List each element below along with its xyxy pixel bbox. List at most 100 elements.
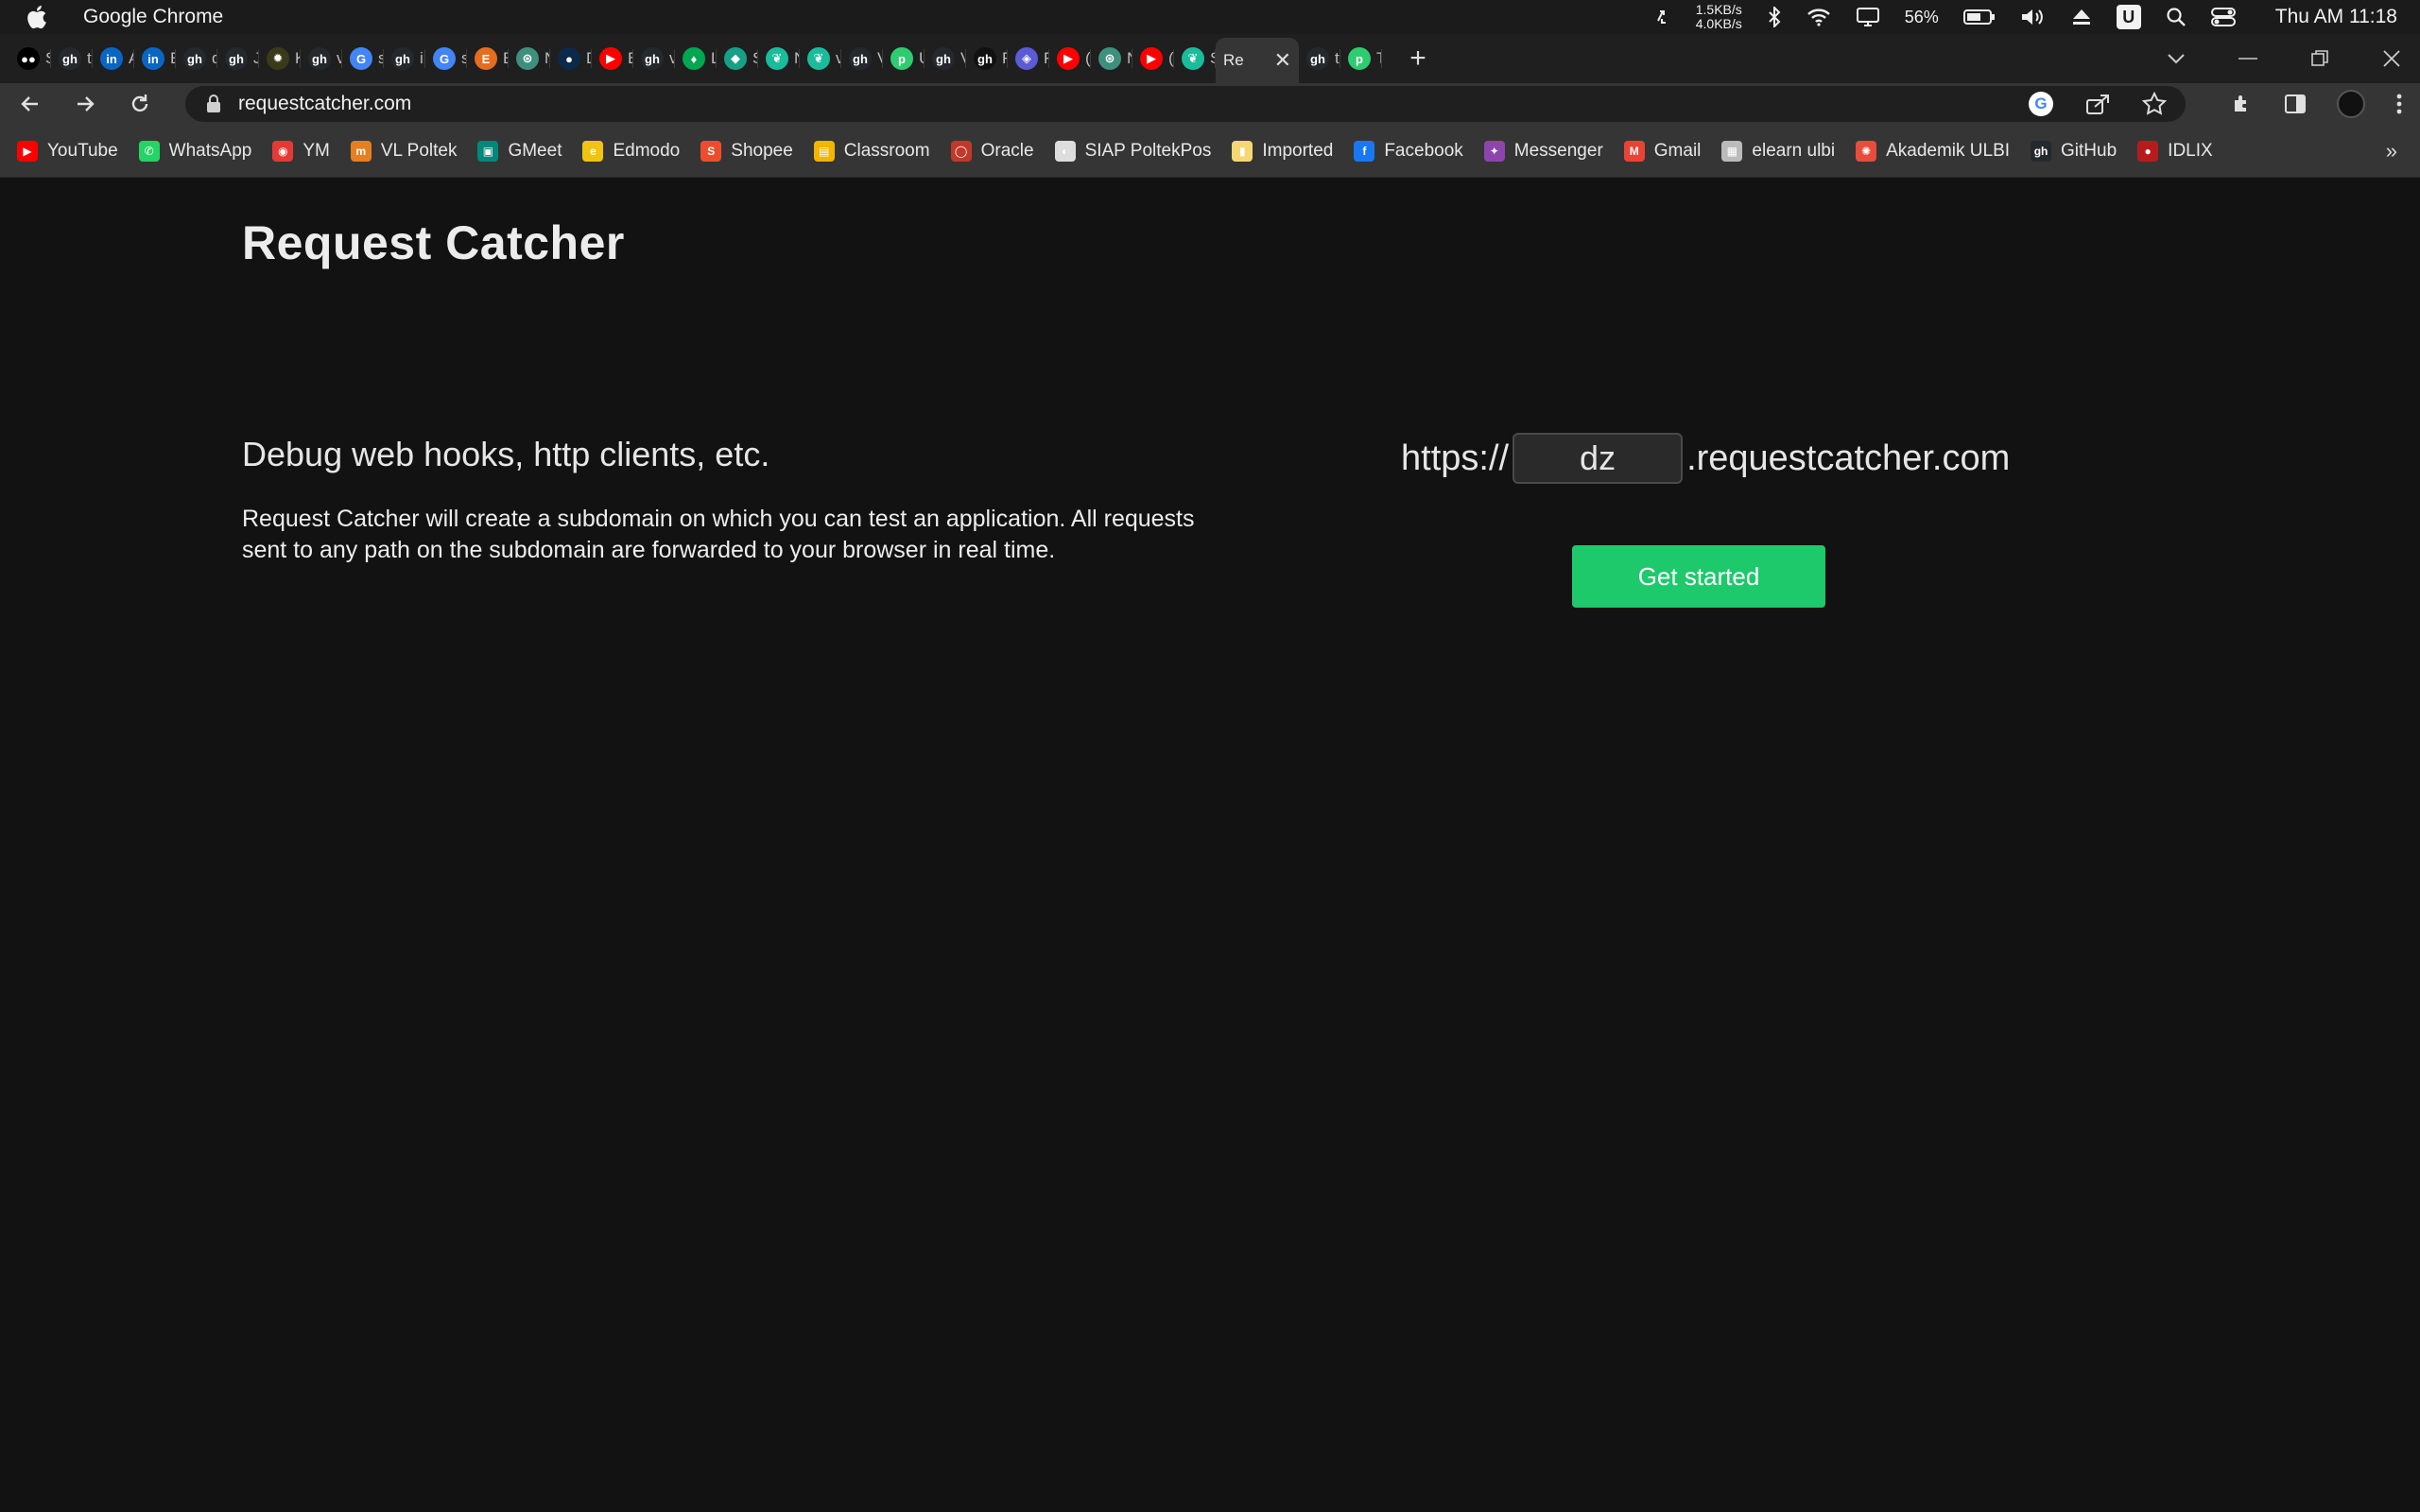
eject-icon[interactable]	[2071, 8, 2092, 26]
bookmark-favicon-icon: f	[1354, 140, 1375, 162]
browser-tab[interactable]: ✹ K	[259, 40, 301, 77]
u-app-icon[interactable]: U	[2116, 5, 2141, 29]
bookmark-item[interactable]: ▮ Imported	[1232, 140, 1333, 162]
browser-tab[interactable]: ●D	[550, 40, 592, 77]
site-title[interactable]: Request Catcher	[242, 215, 625, 270]
tab-favicon-icon: gh	[849, 47, 872, 70]
reload-button[interactable]	[127, 91, 153, 117]
bookmark-favicon-icon: ▦	[1721, 140, 1743, 162]
sync-icon[interactable]	[1654, 8, 1671, 26]
browser-tab[interactable]: ⊛N	[509, 40, 550, 77]
forward-button[interactable]	[72, 91, 98, 117]
bookmarks-overflow-chevron-icon[interactable]: »	[2386, 139, 2397, 163]
bookmark-item[interactable]: e Edmodo	[582, 140, 680, 162]
volume-icon[interactable]	[2020, 7, 2047, 27]
tab-favicon-icon: G	[433, 47, 456, 70]
close-tab-icon[interactable]: ✕	[1274, 48, 1291, 73]
wifi-icon[interactable]	[1806, 8, 1831, 26]
browser-tab[interactable]: ❦N	[758, 40, 800, 77]
browser-tab[interactable]: pT	[1340, 40, 1382, 77]
bookmark-star-icon[interactable]	[2142, 92, 2167, 116]
battery-percent[interactable]: 56%	[1905, 8, 1939, 27]
menubar-clock[interactable]: Thu AM 11:18	[2275, 6, 2397, 28]
minimize-window-icon[interactable]	[2238, 57, 2257, 60]
bookmark-item[interactable]: gh GitHub	[2031, 140, 2118, 162]
bookmark-item[interactable]: ▣ GMeet	[477, 140, 562, 162]
get-started-button[interactable]: Get started	[1572, 545, 1825, 608]
bookmark-item[interactable]: ✺ Akademik ULBI	[1856, 140, 2010, 162]
bookmark-item[interactable]: ◯ Oracle	[950, 140, 1034, 162]
browser-tab[interactable]: ▶(	[1132, 40, 1174, 77]
bookmark-item[interactable]: M Gmail	[1623, 140, 1701, 162]
restore-window-icon[interactable]	[2310, 49, 2329, 68]
network-speed[interactable]: 1.5KB/s 4.0KB/s	[1696, 3, 1742, 31]
tab-favicon-icon: E	[475, 47, 497, 70]
browser-tab[interactable]: ▶(	[1049, 40, 1091, 77]
browser-tab[interactable]: gh d	[176, 40, 217, 77]
browser-tab[interactable]: ◈ F	[1008, 40, 1049, 77]
bookmark-item[interactable]: ▶ YouTube	[17, 140, 118, 162]
control-center-icon[interactable]	[2210, 7, 2236, 27]
browser-tab[interactable]: gh v	[301, 40, 342, 77]
bookmark-item[interactable]: S Shopee	[700, 140, 793, 162]
bookmark-item[interactable]: ● IDLIX	[2137, 140, 2213, 162]
battery-icon[interactable]	[1962, 9, 1996, 26]
bookmark-item[interactable]: ✆ WhatsApp	[138, 140, 251, 162]
bookmark-favicon-icon: ✆	[138, 140, 160, 162]
browser-tab[interactable]: in E	[134, 40, 176, 77]
bookmark-label: SIAP PoltekPos	[1084, 140, 1212, 161]
browser-tab[interactable]: gh V	[925, 40, 966, 77]
google-lens-icon[interactable]: G	[2029, 92, 2053, 116]
extensions-puzzle-icon[interactable]	[2231, 93, 2254, 115]
browser-tab[interactable]: Gs	[425, 40, 467, 77]
bookmark-item[interactable]: ◉ YM	[272, 140, 330, 162]
browser-tab[interactable]: ●● S	[9, 40, 51, 77]
browser-tab[interactable]: ghir	[384, 40, 425, 77]
display-icon[interactable]	[1856, 7, 1880, 27]
lock-icon[interactable]	[204, 94, 223, 113]
bookmark-item[interactable]: ◐ SIAP PoltekPos	[1054, 140, 1212, 162]
browser-tab[interactable]: ▶ B	[592, 40, 633, 77]
bluetooth-icon[interactable]	[1767, 7, 1782, 27]
browser-tab[interactable]: gh t	[51, 40, 93, 77]
browser-tab[interactable]: ⊛N	[1091, 40, 1132, 77]
bookmark-item[interactable]: m VL Poltek	[350, 140, 457, 162]
chrome-menu-icon[interactable]	[2395, 93, 2403, 115]
tab-search-chevron-icon[interactable]	[2167, 52, 2186, 65]
browser-tab[interactable]: pU	[883, 40, 925, 77]
profile-avatar[interactable]	[2337, 90, 2365, 118]
bookmark-item[interactable]: f Facebook	[1354, 140, 1463, 162]
side-panel-icon[interactable]	[2284, 94, 2307, 114]
browser-tab[interactable]: ♦ L	[675, 40, 717, 77]
browser-tab[interactable]: gh v	[633, 40, 675, 77]
browser-tab-strip: ●●SghtinAinEghdghJ✹KghvGsghirGsEE⊛N●D▶Bg…	[0, 34, 2420, 83]
browser-tab[interactable]: ◆ S	[717, 40, 758, 77]
bookmark-item[interactable]: ▦ elearn ulbi	[1721, 140, 1835, 162]
spotlight-search-icon[interactable]	[2166, 7, 2187, 27]
back-button[interactable]	[17, 91, 43, 117]
tab-title: t	[87, 49, 92, 67]
address-bar-url[interactable]: requestcatcher.com	[238, 93, 2014, 115]
subdomain-input[interactable]	[1512, 433, 1684, 484]
browser-tab[interactable]: Gs	[342, 40, 384, 77]
share-icon[interactable]	[2085, 93, 2110, 115]
browser-tab[interactable]: ❦ S	[1174, 40, 1216, 77]
browser-tab[interactable]: gh t	[1299, 40, 1340, 77]
bookmark-item[interactable]: ▤ Classroom	[813, 140, 930, 162]
bookmark-favicon-icon: ◉	[272, 140, 294, 162]
browser-tab[interactable]: ❦ v	[800, 40, 841, 77]
active-tab[interactable]: Re ✕	[1216, 38, 1299, 83]
address-bar[interactable]: requestcatcher.com G	[185, 86, 2186, 122]
bookmark-favicon-icon: ✦	[1483, 140, 1505, 162]
bookmark-label: GitHub	[2061, 140, 2118, 161]
browser-tab[interactable]: in A	[93, 40, 134, 77]
new-tab-button[interactable]: +	[1399, 40, 1437, 77]
apple-menu-icon[interactable]	[23, 4, 49, 30]
browser-tab[interactable]: EE	[467, 40, 509, 77]
browser-tab[interactable]: gh J	[217, 40, 259, 77]
close-window-icon[interactable]	[2382, 49, 2401, 68]
browser-tab[interactable]: gh V	[841, 40, 883, 77]
bookmark-item[interactable]: ✦ Messenger	[1483, 140, 1603, 162]
browser-tab[interactable]: gh F	[966, 40, 1008, 77]
active-app-name[interactable]: Google Chrome	[83, 6, 223, 28]
